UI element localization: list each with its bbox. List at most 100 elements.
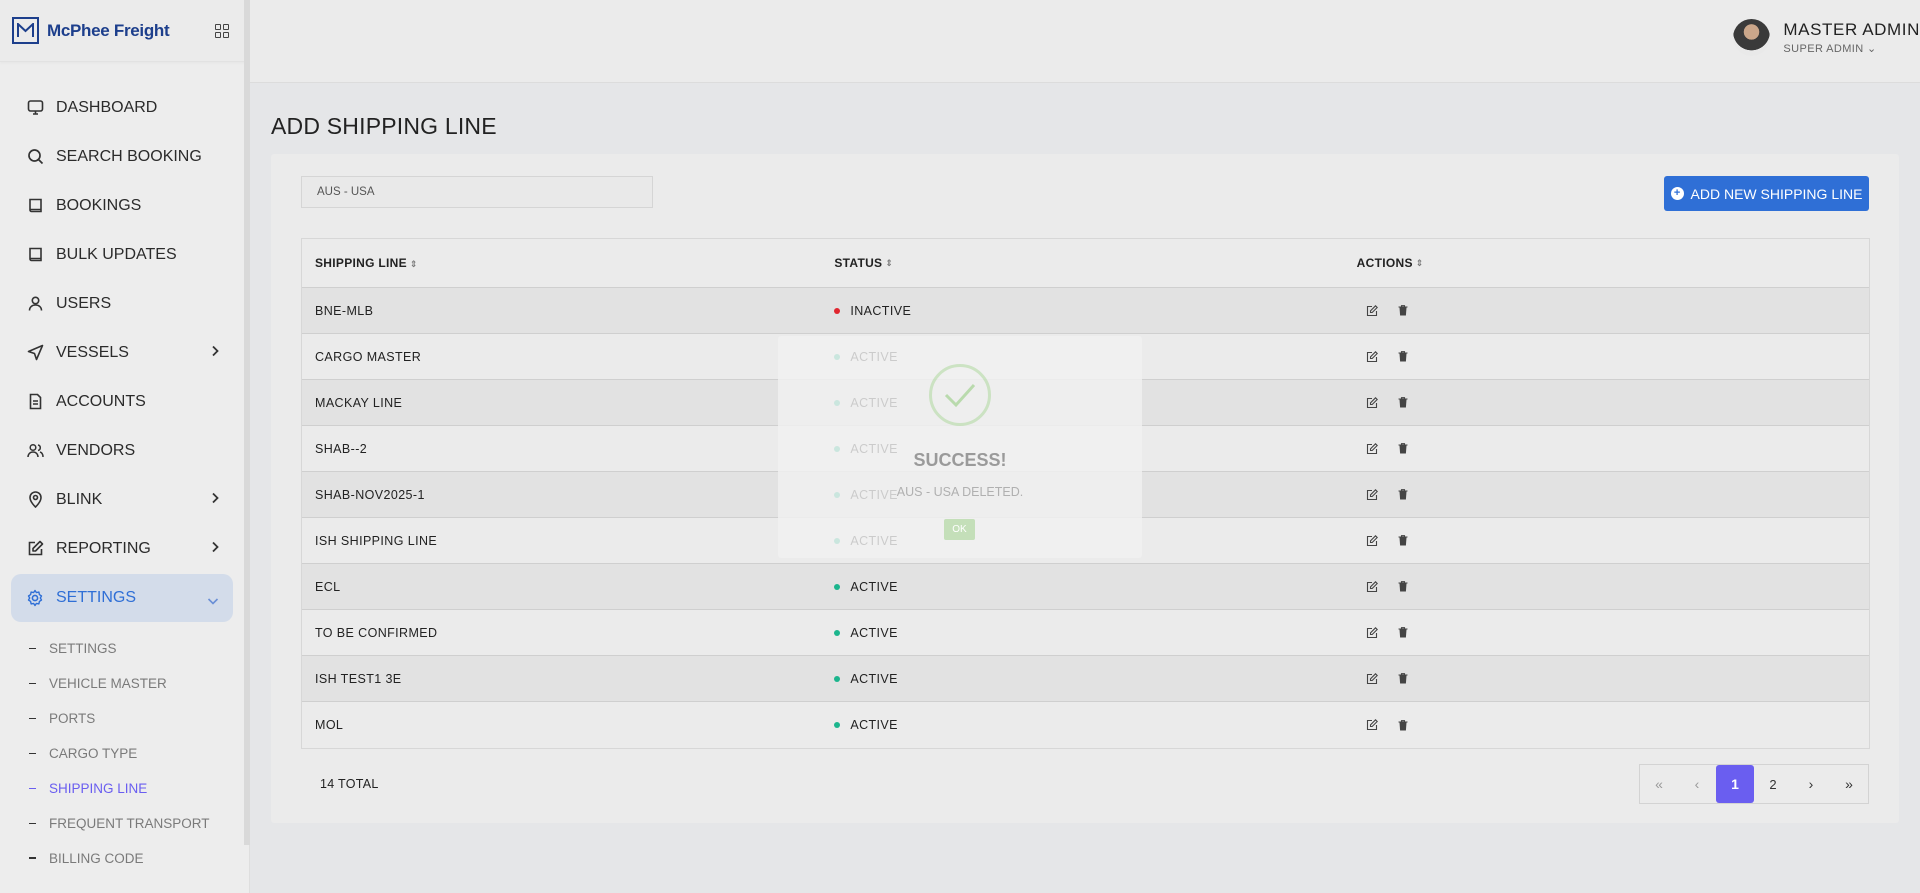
pagination: « ‹ 1 2 › » (1639, 764, 1869, 804)
sidebar-item-search-booking[interactable]: SEARCH BOOKING (11, 132, 233, 181)
edit-icon (26, 540, 44, 558)
delete-icon[interactable] (1396, 626, 1410, 640)
brand-bar: McPhee Freight (0, 0, 249, 62)
sidebar-item-vessels[interactable]: VESSELS (11, 328, 233, 377)
page-title: ADD SHIPPING LINE (271, 113, 497, 139)
total-count: 14 TOTAL (320, 777, 379, 791)
user-name: MASTER ADMIN (1783, 20, 1920, 39)
delete-icon[interactable] (1396, 304, 1410, 318)
delete-icon[interactable] (1396, 534, 1410, 548)
actions-cell (1347, 350, 1869, 364)
sidebar-item-dashboard[interactable]: DASHBOARD (11, 83, 233, 132)
sidebar-item-blink[interactable]: BLINK (11, 475, 233, 524)
delete-icon[interactable] (1396, 580, 1410, 594)
shipping-line-name: ISH SHIPPING LINE (315, 533, 438, 548)
sidebar-item-accounts[interactable]: ACCOUNTS (11, 377, 233, 426)
edit-icon[interactable] (1365, 350, 1379, 364)
edit-icon[interactable] (1365, 488, 1379, 502)
actions-cell (1347, 488, 1869, 502)
page-button-1[interactable]: 1 (1716, 765, 1754, 803)
sidebar-item-label: ACCOUNTS (56, 392, 146, 410)
submenu-label: SHIPPING LINE (49, 781, 148, 796)
submenu-item-settings[interactable]: SETTINGS (29, 631, 239, 666)
submenu-item-shipping-line[interactable]: SHIPPING LINE (29, 771, 239, 806)
edit-icon[interactable] (1365, 718, 1379, 732)
sidebar-item-bulk-updates[interactable]: BULK UPDATES (11, 230, 233, 279)
sidebar-item-bookings[interactable]: BOOKINGS (11, 181, 233, 230)
delete-icon[interactable] (1396, 442, 1410, 456)
sidebar-item-reporting[interactable]: REPORTING (11, 524, 233, 573)
user-role-dropdown[interactable]: SUPER ADMIN ⌄ (1783, 42, 1920, 55)
chevron-down-icon (207, 592, 219, 610)
sidebar-item-label: SETTINGS (56, 589, 137, 606)
sidebar-item-users[interactable]: USERS (11, 279, 233, 328)
delete-icon[interactable] (1396, 672, 1410, 686)
delete-icon[interactable] (1396, 718, 1410, 732)
prev-page-button[interactable]: ‹ (1678, 765, 1716, 803)
submenu-item-ports[interactable]: PORTS (29, 701, 239, 736)
table-row: TO BE CONFIRMED ACTIVE (302, 610, 1869, 656)
delete-icon[interactable] (1396, 488, 1410, 502)
actions-cell (1347, 672, 1869, 686)
submenu-item-cargo-type[interactable]: CARGO TYPE (29, 736, 239, 771)
sidebar-item-label: BOOKINGS (56, 196, 142, 214)
table-row: MOL ACTIVE (302, 702, 1869, 748)
search-input[interactable]: AUS - USA (301, 176, 653, 208)
sidebar-item-label: BULK UPDATES (56, 245, 177, 263)
sidebar-item-vendors[interactable]: VENDORS (11, 426, 233, 475)
submenu-item-billing-code[interactable]: BILLING CODE (29, 841, 239, 863)
actions-cell (1347, 442, 1869, 456)
avatar[interactable] (1733, 19, 1771, 56)
dash-icon (29, 787, 36, 790)
brand-name[interactable]: McPhee Freight (47, 21, 170, 41)
status-cell: ACTIVE (824, 672, 1346, 686)
edit-icon[interactable] (1365, 534, 1379, 548)
add-new-shipping-line-button[interactable]: + ADD NEW SHIPPING LINE (1664, 176, 1869, 211)
column-header-shipping-line[interactable]: SHIPPING LINE ⇕ (302, 256, 824, 270)
column-header-status[interactable]: STATUS ⇕ (824, 256, 1346, 270)
submenu-item-vehicle-master[interactable]: VEHICLE MASTER (29, 666, 239, 701)
sidebar-scrollbar[interactable] (244, 0, 250, 845)
shipping-line-name: MACKAY LINE (315, 395, 403, 410)
chevron-right-icon (211, 540, 219, 558)
sidebar-item-settings[interactable]: SETTINGS (11, 574, 233, 622)
user-info: MASTER ADMIN SUPER ADMIN ⌄ (1783, 20, 1920, 55)
sort-icon: ⇕ (409, 259, 418, 269)
sidebar-nav: DASHBOARD SEARCH BOOKING BOOKINGS BULK U… (11, 83, 233, 622)
edit-icon[interactable] (1365, 580, 1379, 594)
grid-menu-icon[interactable] (215, 23, 229, 38)
submenu-label: BILLING CODE (49, 851, 144, 863)
sidebar-item-label: VESSELS (56, 343, 129, 361)
shipping-line-name: TO BE CONFIRMED (315, 625, 438, 640)
next-page-button[interactable]: › (1792, 765, 1830, 803)
header-label: SHIPPING LINE (315, 256, 407, 270)
edit-icon[interactable] (1365, 626, 1379, 640)
status-cell: ACTIVE (824, 580, 1346, 594)
page-button-2[interactable]: 2 (1754, 765, 1792, 803)
user-menu[interactable]: MASTER ADMIN SUPER ADMIN ⌄ (1733, 19, 1920, 56)
edit-icon[interactable] (1365, 672, 1379, 686)
column-header-actions[interactable]: ACTIONS ⇕ (1347, 256, 1869, 270)
add-button-label: ADD NEW SHIPPING LINE (1690, 185, 1863, 202)
delete-icon[interactable] (1396, 350, 1410, 364)
top-bar: MASTER ADMIN SUPER ADMIN ⌄ (250, 0, 1920, 83)
actions-cell (1347, 534, 1869, 548)
status-badge: ACTIVE (850, 671, 898, 686)
status-badge: ACTIVE (850, 579, 898, 594)
delete-icon[interactable] (1396, 396, 1410, 410)
edit-icon[interactable] (1365, 442, 1379, 456)
status-cell: INACTIVE (824, 304, 1346, 318)
edit-icon[interactable] (1365, 396, 1379, 410)
brand-logo-icon[interactable] (12, 17, 39, 44)
actions-cell (1347, 396, 1869, 410)
last-page-button[interactable]: » (1830, 765, 1868, 803)
modal-ok-button[interactable]: OK (944, 519, 975, 540)
status-badge: ACTIVE (850, 718, 898, 732)
book-icon (26, 197, 44, 215)
first-page-button[interactable]: « (1640, 765, 1678, 803)
edit-icon[interactable] (1365, 304, 1379, 318)
sidebar-item-label: SEARCH BOOKING (56, 147, 202, 165)
table-row: ISH TEST1 3E ACTIVE (302, 656, 1869, 702)
submenu-item-frequent-transport[interactable]: FREQUENT TRANSPORT (29, 806, 239, 841)
dash-icon (29, 822, 36, 825)
